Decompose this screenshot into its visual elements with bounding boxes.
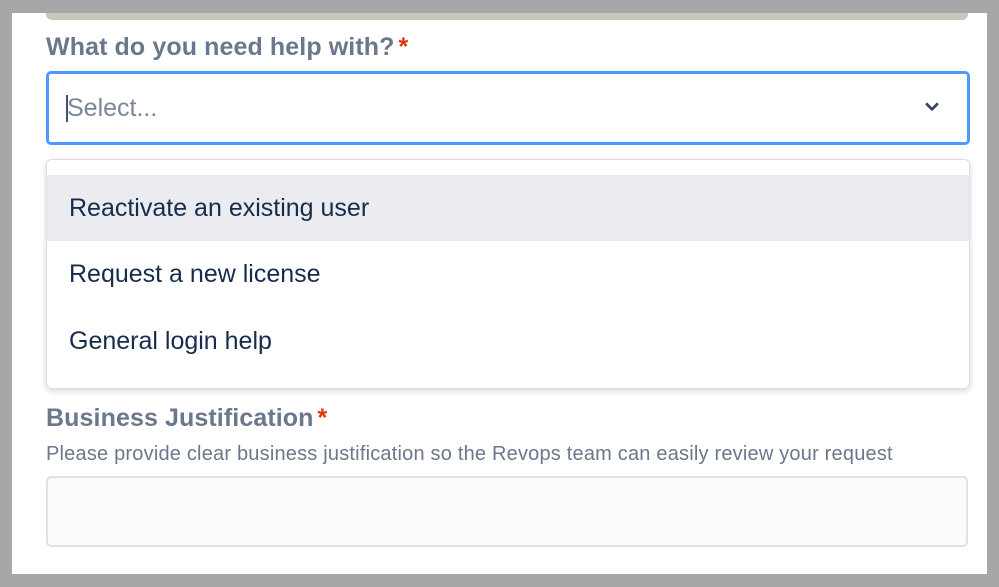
help-topic-select[interactable]: Select... xyxy=(46,71,970,145)
justification-textarea[interactable] xyxy=(46,476,968,547)
option-reactivate-user[interactable]: Reactivate an existing user xyxy=(47,175,969,241)
required-marker: * xyxy=(398,33,409,61)
justification-field-label: Business Justification * xyxy=(46,404,327,433)
option-request-license[interactable]: Request a new license xyxy=(47,241,969,307)
chevron-down-icon[interactable] xyxy=(921,96,943,118)
request-form: What do you need help with? * Select... R… xyxy=(12,13,987,574)
previous-field-edge xyxy=(46,13,968,20)
help-field-label: What do you need help with? * xyxy=(46,33,408,62)
select-placeholder: Select... xyxy=(67,94,158,122)
justification-field-label-text: Business Justification xyxy=(46,404,314,432)
help-field-label-text: What do you need help with? xyxy=(46,33,395,61)
justification-description: Please provide clear business justificat… xyxy=(46,443,893,465)
help-topic-menu: Reactivate an existing user Request a ne… xyxy=(46,159,970,389)
option-login-help[interactable]: General login help xyxy=(47,308,969,374)
required-marker: * xyxy=(317,404,328,432)
